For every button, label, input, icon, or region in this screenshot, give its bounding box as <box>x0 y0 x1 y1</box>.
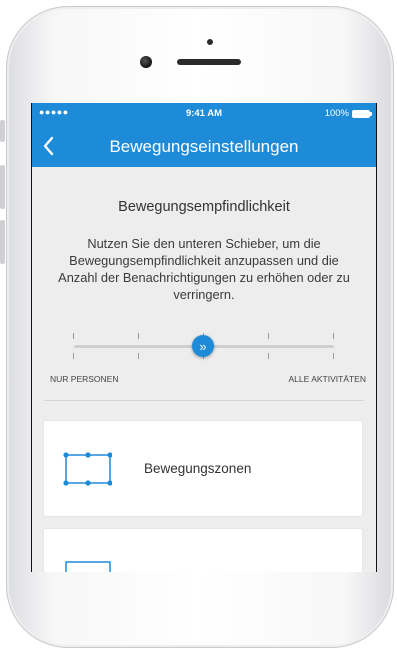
slider-max-label: ALLE AKTIVITÄTEN <box>288 374 366 384</box>
motion-zones-label: Bewegungszonen <box>144 461 252 476</box>
sensitivity-description: Nutzen Sie den unteren Schieber, um die … <box>58 236 350 302</box>
battery-status: 100% <box>324 108 372 119</box>
settings-card-2[interactable] <box>44 529 362 572</box>
slider-min-label: NUR PERSONEN <box>50 374 119 384</box>
slider-tick <box>333 353 334 359</box>
double-chevron-right-icon: » <box>199 338 207 354</box>
mute-switch <box>0 120 5 142</box>
slider-tick <box>333 333 334 339</box>
volume-up-button <box>0 165 5 209</box>
status-bar: ●●●●● 9:41 AM 100% <box>32 103 376 125</box>
slider-tick <box>138 353 139 359</box>
sensitivity-title: Bewegungsempfindlichkeit <box>118 199 290 215</box>
motion-zone-icon <box>63 452 112 486</box>
app-screen: ●●●●● 9:41 AM 100% Bewegungseinstellunge… <box>31 103 377 572</box>
slider-tick <box>73 333 74 339</box>
motion-zone-icon <box>65 561 111 572</box>
slider-tick <box>268 353 269 359</box>
divider <box>44 400 364 401</box>
nav-bar: Bewegungseinstellungen <box>32 125 376 167</box>
slider-tick <box>73 353 74 359</box>
battery-percent: 100% <box>324 108 349 119</box>
slider-thumb[interactable]: » <box>192 335 214 357</box>
slider-tick <box>138 333 139 339</box>
sensitivity-slider[interactable]: » <box>72 331 334 361</box>
slider-tick <box>268 333 269 339</box>
front-camera <box>140 56 152 68</box>
page-title: Bewegungseinstellungen <box>109 137 299 156</box>
motion-zones-card[interactable]: Bewegungszonen <box>44 421 362 516</box>
volume-down-button <box>0 220 5 264</box>
battery-icon <box>352 109 372 118</box>
earpiece-speaker <box>177 59 241 65</box>
proximity-sensor <box>207 39 213 45</box>
